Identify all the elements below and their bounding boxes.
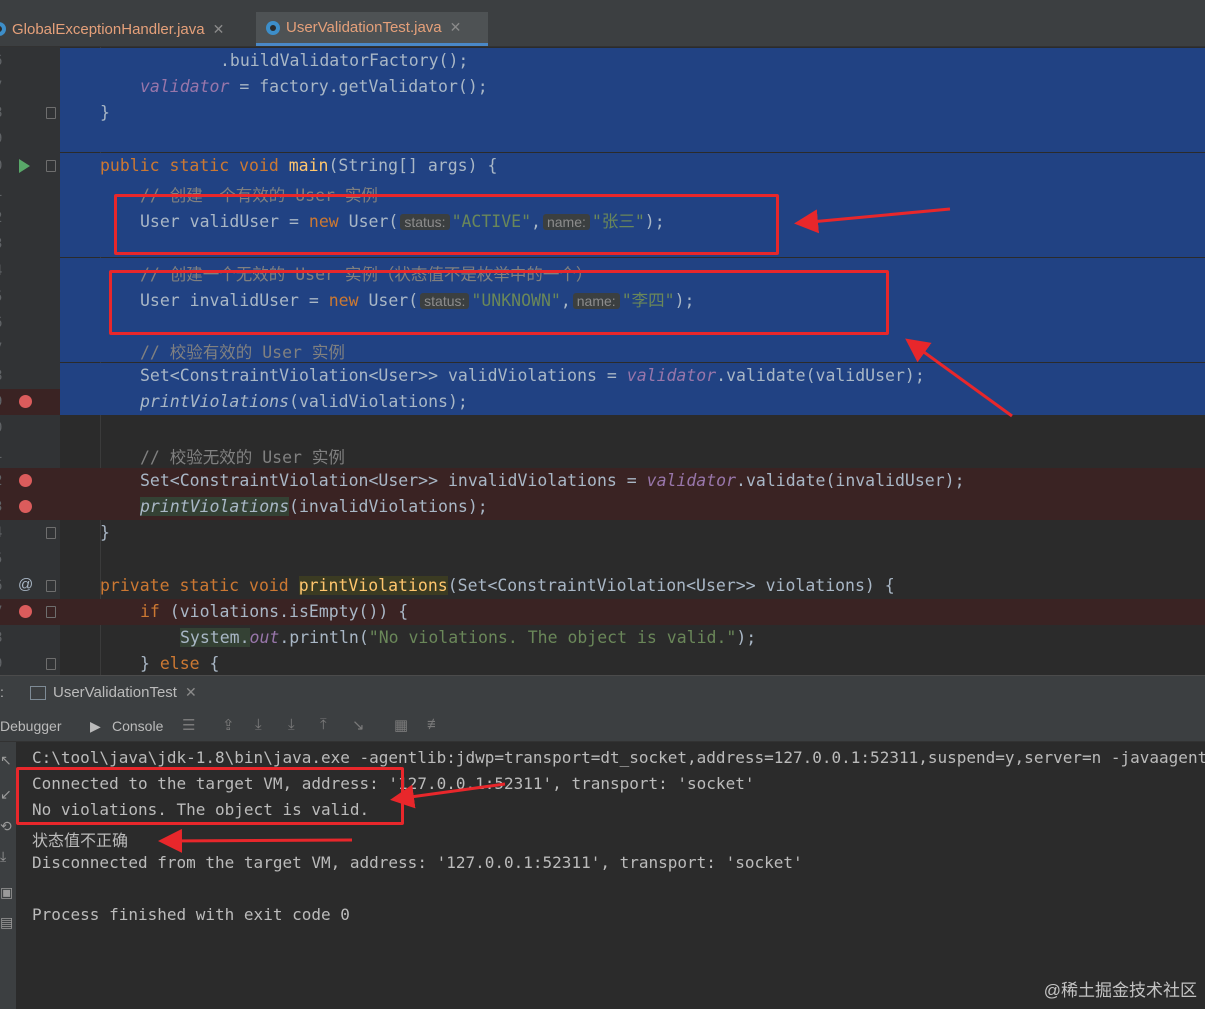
watermark: @稀土掘金技术社区	[1043, 981, 1197, 1000]
arrow-invalid-user	[905, 338, 1013, 418]
annotation-arrows	[158, 207, 1013, 853]
arrow-console-valid	[390, 782, 506, 809]
arrow-console-invalid	[158, 828, 353, 853]
arrow-valid-user	[794, 207, 951, 234]
